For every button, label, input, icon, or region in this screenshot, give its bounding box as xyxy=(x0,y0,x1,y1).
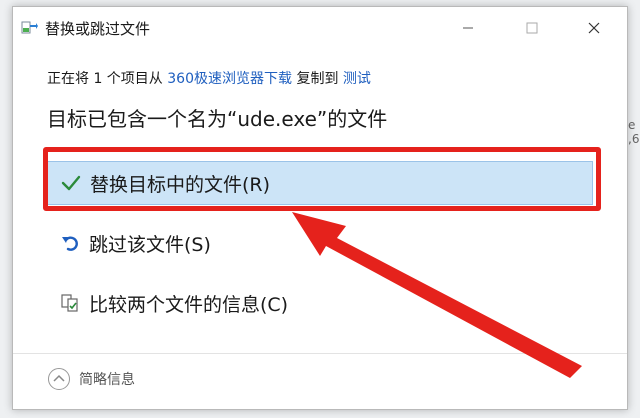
window-title: 替换或跳过文件 xyxy=(45,20,151,38)
source-folder-link[interactable]: 360极速浏览器下载 xyxy=(167,71,292,87)
compare-files-label: 比较两个文件的信息(C) xyxy=(89,293,289,316)
fewer-details-label: 简略信息 xyxy=(79,372,135,388)
maximize-button[interactable] xyxy=(509,7,555,49)
skip-file-label: 跳过该文件(S) xyxy=(89,233,211,256)
replace-file-label: 替换目标中的文件(R) xyxy=(90,173,271,196)
minimize-button[interactable] xyxy=(445,7,491,49)
footer-divider xyxy=(13,353,627,354)
replace-file-option[interactable]: 替换目标中的文件(R) xyxy=(47,161,593,205)
chevron-up-icon xyxy=(48,368,70,390)
compare-files-icon xyxy=(59,292,81,314)
conflict-heading: 目标已包含一个名为“ude.exe”的文件 xyxy=(47,107,388,131)
destination-folder-link[interactable]: 测试 xyxy=(343,71,371,87)
undo-arrow-icon xyxy=(59,232,81,254)
file-transfer-icon xyxy=(21,19,39,37)
background-text-fragment: ,6 xyxy=(628,132,640,146)
screen: e ,6 替换或跳过文件 正在将 1 个项目从 360极速浏览器下载 复制到 测… xyxy=(0,0,640,418)
fewer-details-toggle[interactable]: 简略信息 xyxy=(47,367,135,391)
close-button[interactable] xyxy=(571,7,617,49)
close-icon xyxy=(588,22,600,34)
title-bar[interactable]: 替换或跳过文件 xyxy=(13,7,627,49)
maximize-icon xyxy=(526,22,538,34)
skip-file-option[interactable]: 跳过该文件(S) xyxy=(47,221,593,265)
minimize-icon xyxy=(463,27,473,29)
checkmark-icon xyxy=(60,172,82,194)
copy-middle: 复制到 xyxy=(292,71,343,87)
background-text-fragment: e xyxy=(628,118,636,132)
copy-progress-text: 正在将 1 个项目从 360极速浏览器下载 复制到 测试 xyxy=(47,68,371,88)
copy-prefix: 正在将 1 个项目从 xyxy=(47,71,168,87)
replace-or-skip-dialog: 替换或跳过文件 正在将 1 个项目从 360极速浏览器下载 复制到 测试 目标已… xyxy=(12,6,628,410)
compare-files-option[interactable]: 比较两个文件的信息(C) xyxy=(47,281,593,325)
